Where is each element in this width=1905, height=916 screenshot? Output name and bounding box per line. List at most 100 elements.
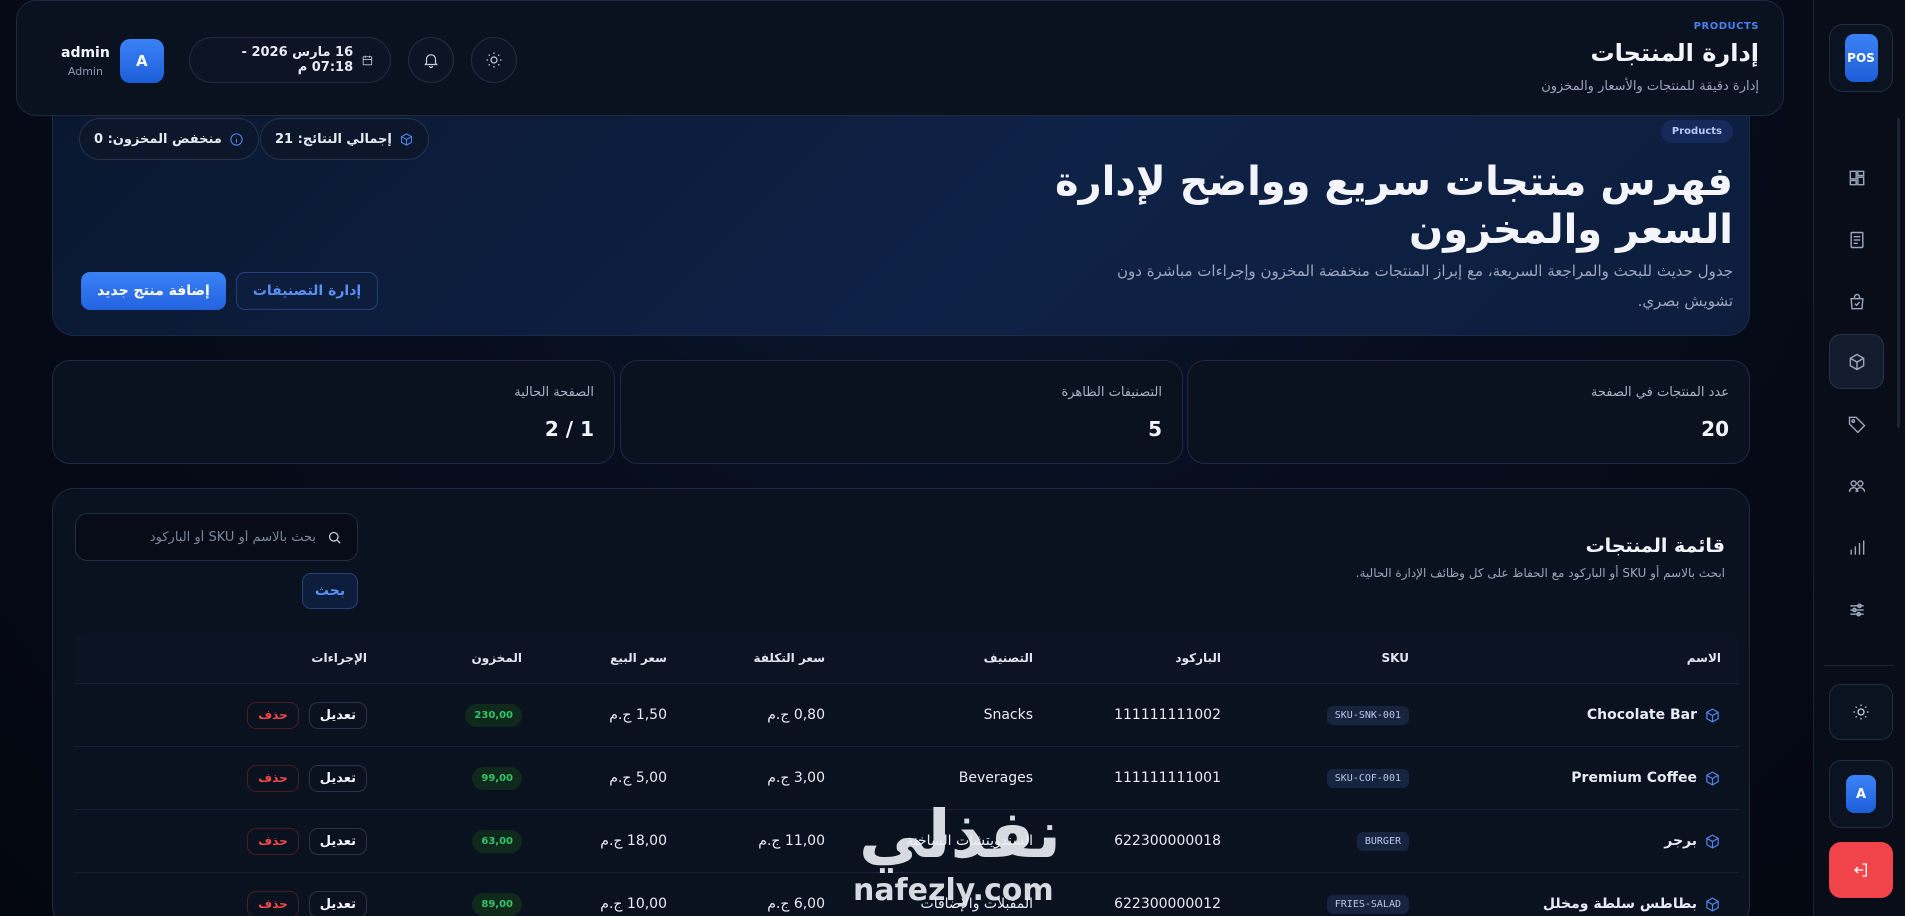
table-row[interactable]: Chocolate Bar SKU-SNK-001 111111111002 S… <box>75 683 1739 746</box>
sidebar-item-sales[interactable] <box>1829 274 1884 329</box>
sku-badge: SKU-SNK-001 <box>1326 705 1409 725</box>
column-header-sku[interactable]: SKU <box>1231 651 1419 665</box>
tag-icon <box>1848 416 1866 433</box>
dashboard-icon <box>1849 170 1864 185</box>
cost-price: 3,00 ج.م <box>767 770 825 786</box>
product-name: Chocolate Bar <box>1586 707 1697 723</box>
sale-price: 5,00 ج.م <box>609 770 667 786</box>
sidebar-item-settings[interactable] <box>1829 582 1884 637</box>
page-subtitle: إدارة دقيقة للمنتجات والأسعار والمخزون <box>1541 79 1759 94</box>
search-button[interactable]: بحث <box>302 573 358 609</box>
delete-button[interactable]: حذف <box>247 827 299 855</box>
avatar: A <box>119 39 164 83</box>
manage-categories-button[interactable]: إدارة التصنيفات <box>236 272 378 310</box>
column-header-barcode[interactable]: الباركود <box>1043 651 1231 665</box>
box-icon <box>1706 707 1719 723</box>
logout-icon <box>1854 863 1867 877</box>
user-menu[interactable]: admin Admin A <box>61 39 164 83</box>
sku-badge: BURGER <box>1356 831 1409 851</box>
delete-button[interactable]: حذف <box>247 764 299 792</box>
product-name: بطاطس سلطة ومخلل <box>1542 896 1697 912</box>
barcode: 622300000012 <box>1114 896 1221 912</box>
stat-label: الصفحة الحالية <box>514 385 594 400</box>
column-header-cost[interactable]: سعر التكلفة <box>677 651 835 665</box>
topbar: PRODUCTS إدارة المنتجات إدارة دقيقة للمن… <box>16 0 1784 116</box>
delete-button[interactable]: حذف <box>247 701 299 729</box>
search-input[interactable] <box>90 529 316 545</box>
edit-button[interactable]: تعديل <box>308 827 367 855</box>
product-name: Premium Coffee <box>1571 770 1697 786</box>
panel-subtitle: ابحث بالاسم أو SKU أو الباركود مع الحفاظ… <box>1355 566 1725 580</box>
column-header-stock[interactable]: المخزون <box>387 651 532 665</box>
cost-price: 0,80 ج.م <box>767 707 825 723</box>
theme-button[interactable] <box>471 37 517 83</box>
hero-section: Products فهرس منتجات سريع وواضح لإدارة ا… <box>52 116 1750 336</box>
search-box <box>75 513 358 561</box>
stat-value: 1 / 2 <box>544 417 594 441</box>
total-results-text: إجمالي النتائج: 21 <box>275 131 392 147</box>
stat-label: التصنيفات الظاهرة <box>1061 385 1162 400</box>
low-stock-chip: منخفض المخزون: 0 <box>79 118 259 160</box>
table-row[interactable]: برجر BURGER 622300000018 السندويتشات الس… <box>75 809 1739 872</box>
sku-badge: FRIES-SALAD <box>1326 894 1409 914</box>
sidebar-profile-button[interactable]: A <box>1829 760 1893 828</box>
sliders-icon <box>1849 602 1864 617</box>
column-header-price[interactable]: سعر البيع <box>532 651 677 665</box>
notifications-button[interactable] <box>408 37 454 83</box>
logout-button[interactable] <box>1829 842 1893 898</box>
app-logo[interactable]: POS <box>1829 24 1893 92</box>
cost-price: 11,00 ج.م <box>758 833 825 849</box>
table-row[interactable]: بطاطس سلطة ومخلل FRIES-SALAD 62230000001… <box>75 872 1739 916</box>
box-icon <box>400 132 412 146</box>
product-name-cell: Chocolate Bar <box>1419 707 1739 724</box>
cost-price: 6,00 ج.م <box>767 896 825 912</box>
stat-card-visible-categories: التصنيفات الظاهرة 5 <box>620 360 1183 464</box>
add-product-button[interactable]: إضافة منتج جديد <box>81 272 226 310</box>
sidebar-divider <box>1824 665 1894 666</box>
column-header-name[interactable]: الاسم <box>1419 651 1739 665</box>
calendar-icon <box>362 55 373 65</box>
sun-icon <box>1853 704 1869 720</box>
stat-value: 20 <box>1701 417 1729 441</box>
sidebar-scrollbar[interactable] <box>1897 118 1900 428</box>
box-icon <box>1706 896 1719 912</box>
table-row[interactable]: Premium Coffee SKU-COF-001 111111111001 … <box>75 746 1739 809</box>
user-role: Admin <box>67 64 103 78</box>
barcode: 111111111002 <box>1114 707 1221 723</box>
user-info: admin Admin <box>61 45 110 78</box>
sidebar-item-reports[interactable] <box>1829 520 1884 575</box>
sale-price: 10,00 ج.م <box>600 896 667 912</box>
sku-badge: SKU-COF-001 <box>1326 768 1409 788</box>
products-table: الاسم SKU الباركود التصنيف سعر التكلفة س… <box>75 633 1739 916</box>
user-name: admin <box>61 44 110 61</box>
edit-button[interactable]: تعديل <box>308 701 367 729</box>
category: Beverages <box>958 770 1033 786</box>
bar-chart-icon <box>1849 540 1864 555</box>
users-icon <box>1848 479 1865 492</box>
category: المقبلات والإضافات <box>920 896 1033 912</box>
sidebar-item-dashboard[interactable] <box>1829 150 1884 205</box>
avatar: A <box>1846 775 1876 813</box>
barcode: 111111111001 <box>1114 770 1221 786</box>
sidebar-item-products[interactable] <box>1829 334 1884 389</box>
box-icon <box>1849 353 1864 370</box>
stat-card-products-per-page: عدد المنتجات في الصفحة 20 <box>1187 360 1750 464</box>
page-badge: PRODUCTS <box>1693 21 1759 32</box>
column-header-actions: الإجراءات <box>311 651 367 665</box>
delete-button[interactable]: حذف <box>247 890 299 916</box>
column-header-category[interactable]: التصنيف <box>835 651 1043 665</box>
edit-button[interactable]: تعديل <box>308 890 367 916</box>
stock-badge: 230,00 <box>465 703 522 727</box>
products-panel: قائمة المنتجات ابحث بالاسم أو SKU أو الب… <box>52 488 1750 916</box>
category: Snacks <box>983 707 1033 723</box>
sidebar-item-invoices[interactable] <box>1829 212 1884 267</box>
product-name-cell: بطاطس سلطة ومخلل <box>1419 896 1739 913</box>
sidebar-item-categories[interactable] <box>1829 396 1884 451</box>
total-results-chip: إجمالي النتائج: 21 <box>260 118 429 160</box>
sidebar-item-customers[interactable] <box>1829 458 1884 513</box>
edit-button[interactable]: تعديل <box>308 764 367 792</box>
info-icon <box>230 132 243 146</box>
hero-description: جدول حديث للبحث والمراجعة السريعة، مع إب… <box>1116 262 1733 310</box>
product-name: برجر <box>1664 833 1697 849</box>
theme-toggle-button[interactable] <box>1829 684 1893 740</box>
